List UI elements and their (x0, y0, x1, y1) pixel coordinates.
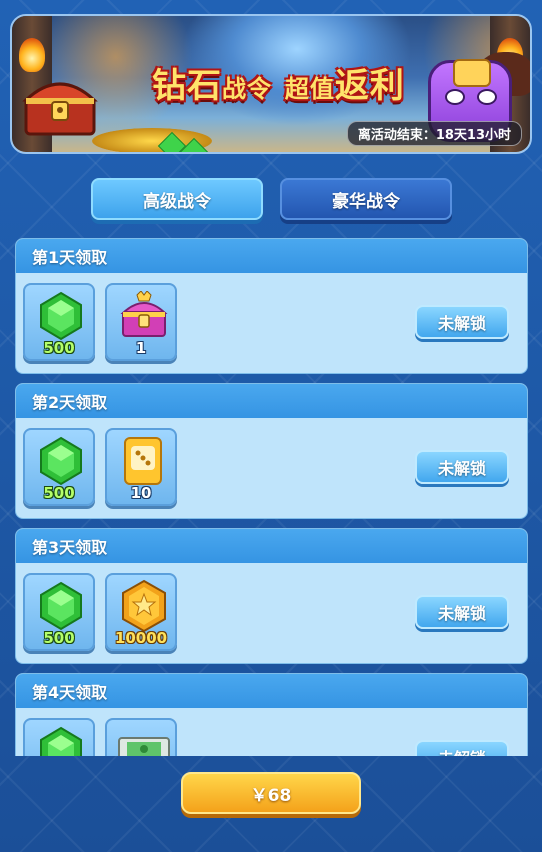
locked-claim-button[interactable]: 未解锁 (415, 450, 509, 484)
reward-quantity: 10 (130, 484, 152, 502)
reward-day-label: 第1天领取 (16, 239, 527, 273)
torch-icon (19, 38, 45, 72)
reward-card-day-3: 第3天领取 500 10000 未解锁 (15, 528, 528, 664)
locked-claim-button[interactable]: 未解锁 (415, 305, 509, 339)
banner-title-text: 返利 (334, 66, 405, 106)
treasure-chest-icon (22, 82, 98, 136)
reward-slot[interactable] (105, 718, 177, 756)
reward-card-day-2: 第2天领取 500 10 未解锁 (15, 383, 528, 519)
mascot-eye (445, 89, 465, 105)
reward-list[interactable]: 第1天领取 500 1 未解锁 第2天领取 500 10 未解锁 第3天领取 5… (15, 238, 528, 756)
mascot-eye (477, 89, 497, 105)
reward-slot[interactable]: 10000 (105, 573, 177, 651)
reward-slot[interactable]: 500 (23, 573, 95, 651)
reward-quantity: 1 (135, 339, 147, 357)
reward-quantity: 10000 (114, 629, 168, 647)
gem-icon (40, 581, 82, 631)
tab-advanced-pass[interactable]: 高级战令 (91, 178, 263, 220)
gem-icon (40, 436, 82, 486)
reward-slot[interactable]: 500 (23, 428, 95, 506)
purchase-button[interactable]: ￥68 (181, 772, 361, 814)
reward-quantity: 500 (43, 484, 75, 502)
banner-title-text: 超值 (284, 75, 335, 103)
locked-claim-button[interactable]: 未解锁 (415, 595, 509, 629)
ticket-icon (118, 737, 170, 756)
bottom-strip (0, 852, 542, 858)
reward-slot[interactable]: 1 (105, 283, 177, 361)
dice-card-icon (124, 437, 162, 485)
reward-slot[interactable]: 10 (105, 428, 177, 506)
reward-day-label: 第2天领取 (16, 384, 527, 418)
reward-quantity: 500 (43, 339, 75, 357)
reward-quantity: 500 (43, 629, 75, 647)
banner-title: 钻石战令 超值返利 (152, 58, 405, 107)
reward-slot[interactable] (23, 718, 95, 756)
treasure-chest-icon (120, 291, 168, 337)
green-gem-icon (40, 291, 82, 341)
locked-claim-button[interactable]: 未解锁 (415, 740, 509, 756)
reward-day-label: 第4天领取 (16, 674, 527, 708)
tab-deluxe-pass[interactable]: 豪华战令 (280, 178, 452, 220)
banner-title-text: 钻石 (152, 66, 222, 106)
event-banner: 钻石战令 超值返利 离活动结束：18天13小时 (10, 14, 532, 154)
event-countdown: 离活动结束：18天13小时 (346, 121, 522, 146)
reward-day-label: 第3天领取 (16, 529, 527, 563)
reward-card-day-1: 第1天领取 500 1 未解锁 (15, 238, 528, 374)
reward-slot[interactable]: 500 (23, 283, 95, 361)
gold-coin-icon (122, 579, 166, 633)
reward-card-day-4: 第4天领取 未解锁 (15, 673, 528, 756)
gem-icon (40, 726, 82, 756)
banner-title-text: 战令 (222, 75, 272, 103)
swirl-icon (453, 59, 491, 87)
